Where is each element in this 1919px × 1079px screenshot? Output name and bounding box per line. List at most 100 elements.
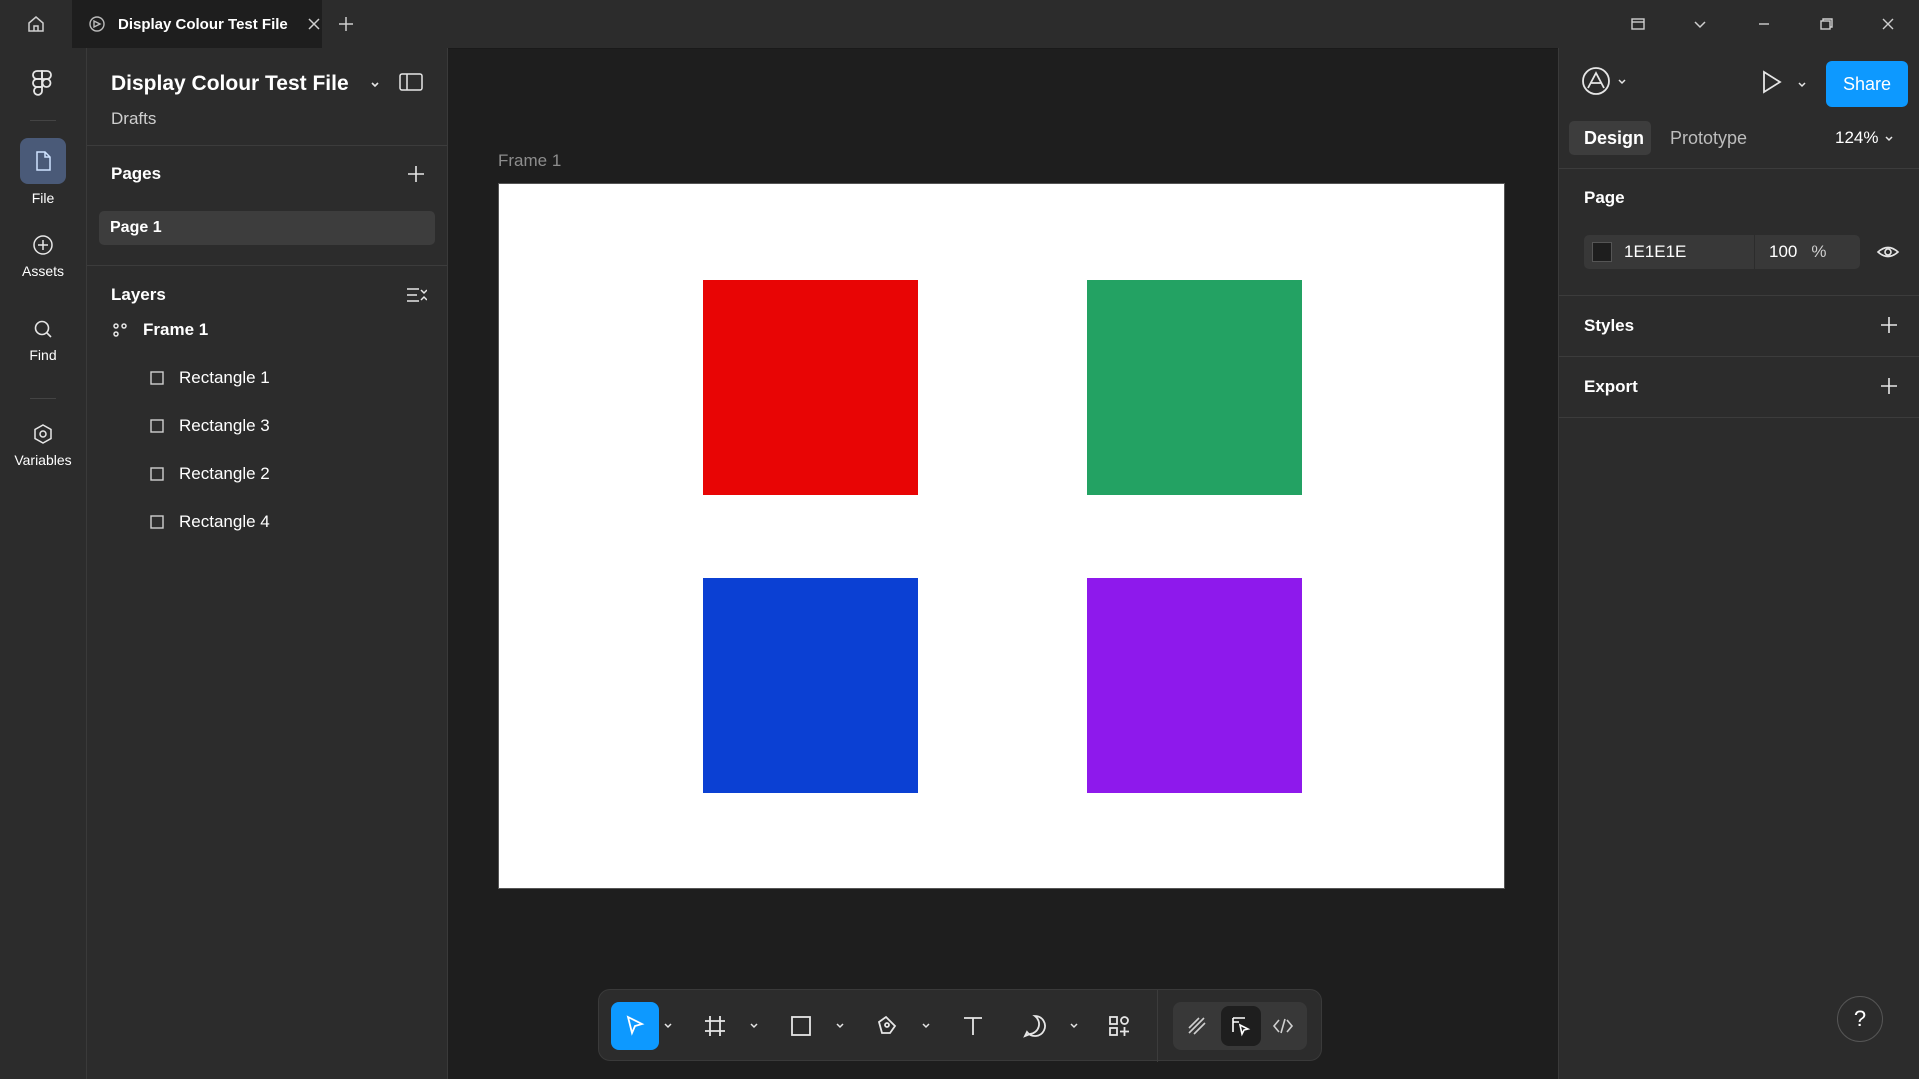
search-icon	[31, 317, 55, 341]
plus-icon	[1878, 375, 1900, 397]
rail-item-assets[interactable]: Assets	[0, 233, 86, 279]
page-item-page-1[interactable]: Page 1	[99, 211, 435, 245]
page-color-field[interactable]: 1E1E1E 100 %	[1584, 235, 1860, 269]
list-collapse-icon	[405, 285, 427, 305]
tabs-dropdown-button[interactable]	[1670, 0, 1730, 48]
frame-tool[interactable]	[693, 1002, 737, 1050]
shape-tool-dropdown[interactable]	[835, 1020, 845, 1030]
add-page-button[interactable]	[405, 163, 427, 185]
code-icon	[1271, 1014, 1295, 1038]
right-panel: Share Design Prototype 124% Page 1E1E1E …	[1558, 48, 1919, 1079]
styles-title: Styles	[1584, 316, 1635, 335]
divider	[87, 265, 447, 266]
minimize-button[interactable]	[1734, 0, 1794, 48]
layer-rectangle-1[interactable]: Rectangle 1	[149, 358, 270, 398]
rectangle-layer-icon	[149, 370, 165, 386]
chevron-down-icon	[369, 78, 381, 90]
present-dropdown[interactable]	[1797, 79, 1807, 89]
chevron-down-icon	[1617, 76, 1627, 86]
file-title-dropdown[interactable]: Display Colour Test File	[111, 72, 381, 96]
rail-item-find[interactable]: Find	[0, 317, 86, 363]
pages-title: Pages	[111, 164, 162, 183]
text-icon	[960, 1013, 986, 1039]
rail-item-file[interactable]: File	[0, 138, 86, 206]
plus-circle-icon	[31, 233, 55, 257]
file-title: Display Colour Test File	[111, 72, 349, 95]
frame-tool-dropdown[interactable]	[749, 1020, 759, 1030]
actions-tool[interactable]	[1097, 1002, 1141, 1050]
file-tab[interactable]: Display Colour Test File	[72, 0, 322, 48]
visibility-toggle[interactable]	[1876, 241, 1900, 263]
layer-label: Rectangle 3	[179, 416, 270, 435]
comment-tool-dropdown[interactable]	[1069, 1020, 1079, 1030]
toolbar-divider	[1157, 990, 1158, 1062]
field-divider	[1754, 235, 1755, 269]
rail-divider	[30, 398, 56, 399]
frame-label[interactable]: Frame 1	[498, 151, 561, 171]
present-button[interactable]	[1757, 68, 1785, 96]
shape-tool[interactable]	[779, 1002, 823, 1050]
help-button[interactable]: ?	[1837, 996, 1883, 1042]
file-location[interactable]: Drafts	[111, 109, 156, 129]
eye-icon	[1876, 241, 1900, 263]
close-tab-icon[interactable]	[306, 16, 322, 32]
restore-button[interactable]	[1796, 0, 1856, 48]
rail-item-variables[interactable]: Variables	[0, 422, 86, 468]
new-tab-button[interactable]	[334, 12, 358, 36]
page-label: Page 1	[110, 219, 162, 236]
pen-tool-dropdown[interactable]	[921, 1020, 931, 1030]
window-layout-button[interactable]	[1608, 0, 1668, 48]
pen-icon	[874, 1013, 900, 1039]
play-icon	[1757, 68, 1785, 96]
home-button[interactable]	[0, 0, 72, 48]
chevron-down-icon	[921, 1020, 931, 1030]
minimize-icon	[1755, 15, 1773, 33]
move-tool[interactable]	[611, 1002, 659, 1050]
export-title: Export	[1584, 377, 1638, 396]
rectangle-1[interactable]	[703, 280, 918, 495]
main-menu-button[interactable]	[28, 68, 56, 98]
rectangle-3[interactable]	[1087, 280, 1302, 495]
layer-rectangle-4[interactable]: Rectangle 4	[149, 502, 270, 542]
zoom-dropdown[interactable]: 124%	[1835, 128, 1894, 148]
share-button[interactable]: Share	[1826, 61, 1908, 107]
layers-options-button[interactable]	[405, 285, 427, 305]
comment-tool[interactable]	[1013, 1002, 1057, 1050]
toggle-sidebar-button[interactable]	[398, 70, 424, 94]
close-window-button[interactable]	[1858, 0, 1918, 48]
layer-rectangle-2[interactable]: Rectangle 2	[149, 454, 270, 494]
rectangle-4[interactable]	[1087, 578, 1302, 793]
chevron-down-icon	[1069, 1020, 1079, 1030]
design-icon	[1229, 1014, 1253, 1038]
page-opacity[interactable]: 100	[1769, 242, 1797, 262]
draw-mode[interactable]	[1177, 1006, 1217, 1046]
restore-icon	[1817, 15, 1835, 33]
layer-rectangle-3[interactable]: Rectangle 3	[149, 406, 270, 446]
plus-icon	[405, 163, 427, 185]
file-icon	[20, 138, 66, 184]
plus-icon	[1878, 314, 1900, 336]
frame-1[interactable]	[498, 183, 1505, 889]
divider	[1559, 295, 1919, 296]
rail-label-variables: Variables	[14, 452, 72, 468]
pen-tool[interactable]	[865, 1002, 909, 1050]
tab-prototype[interactable]: Prototype	[1670, 128, 1747, 149]
page-color-hex[interactable]: 1E1E1E	[1624, 242, 1754, 262]
tab-design[interactable]: Design	[1584, 128, 1644, 149]
rectangle-2[interactable]	[703, 578, 918, 793]
layer-frame-1[interactable]: Frame 1	[111, 310, 208, 350]
avatar	[1579, 64, 1613, 98]
layers-title: Layers	[111, 285, 166, 304]
add-style-button[interactable]	[1878, 314, 1900, 336]
rectangle-layer-icon	[149, 418, 165, 434]
design-mode[interactable]	[1221, 1006, 1261, 1046]
chevron-down-icon	[1884, 133, 1894, 143]
text-tool[interactable]	[951, 1002, 995, 1050]
dev-mode[interactable]	[1263, 1006, 1303, 1046]
comment-icon	[1021, 1012, 1049, 1040]
move-tool-dropdown[interactable]	[663, 1020, 673, 1030]
color-swatch[interactable]	[1592, 242, 1612, 262]
user-menu-button[interactable]	[1579, 64, 1627, 98]
add-export-button[interactable]	[1878, 375, 1900, 397]
bottom-toolbar	[598, 989, 1322, 1062]
